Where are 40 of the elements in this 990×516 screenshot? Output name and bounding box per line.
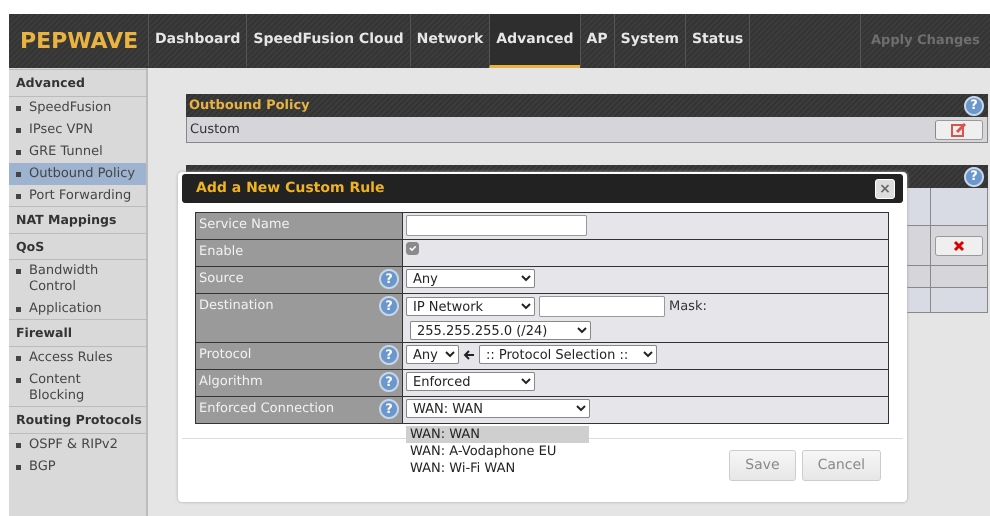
field-label: Service Name — [199, 216, 290, 234]
dropdown-option[interactable]: WAN: A-Vodaphone EU — [406, 443, 589, 460]
nav-tab[interactable]: Advanced — [489, 14, 580, 68]
sidebar-item[interactable]: Access Rules — [9, 347, 146, 369]
sidebar-heading: Advanced — [9, 69, 146, 97]
select-field[interactable]: IP Network — [406, 297, 535, 316]
sidebar-item[interactable]: IPsec VPN — [9, 118, 146, 141]
sidebar-item[interactable]: Port Forwarding — [9, 184, 146, 207]
panel-title: Outbound Policy — [189, 96, 310, 115]
sidebar-heading: Routing Protocols — [9, 406, 146, 434]
sidebar-heading: QoS — [9, 232, 146, 260]
logo-text: PEPWAVE — [19, 28, 140, 56]
field-label: Enable — [199, 243, 244, 261]
field-label: Destination — [199, 297, 274, 315]
select-field[interactable]: 255.255.255.0 (/24) — [410, 321, 591, 340]
sidebar-item[interactable]: Bandwidth Control — [9, 260, 146, 298]
field-label: Source — [199, 270, 244, 288]
field-label: Algorithm — [199, 373, 263, 391]
select-field[interactable]: Enforced — [406, 372, 535, 391]
select-field[interactable]: :: Protocol Selection :: — [479, 345, 657, 364]
dialog-title: Add a New Custom Rule — [196, 179, 384, 198]
select-field[interactable]: Any — [406, 345, 459, 364]
policy-value: Custom — [189, 120, 240, 139]
sidebar-heading: NAT Mappings — [9, 206, 146, 234]
field-label: Enforced Connection — [199, 400, 334, 418]
sidebar-item[interactable]: Outbound Policy — [9, 162, 146, 185]
close-button[interactable]: × — [875, 178, 895, 198]
select-field[interactable]: Any — [406, 269, 535, 288]
dropdown-option[interactable]: WAN: WAN — [406, 426, 589, 443]
sidebar-item[interactable]: Content Blocking — [9, 369, 146, 407]
field-label: Mask: — [669, 298, 707, 316]
dropdown-option[interactable]: WAN: Wi-Fi WAN — [406, 460, 589, 477]
select-field[interactable]: WAN: WAN — [406, 399, 590, 418]
sidebar-item[interactable]: Application — [9, 298, 146, 320]
sidebar-item[interactable]: SpeedFusion — [9, 96, 146, 119]
sidebar-item[interactable]: OSPF & RIPv2 — [9, 434, 146, 456]
field-label: Protocol — [199, 346, 252, 364]
sidebar-heading: Firewall — [9, 319, 146, 347]
sidebar-item[interactable]: GRE Tunnel — [9, 140, 146, 163]
sidebar-item[interactable]: BGP — [9, 456, 146, 478]
